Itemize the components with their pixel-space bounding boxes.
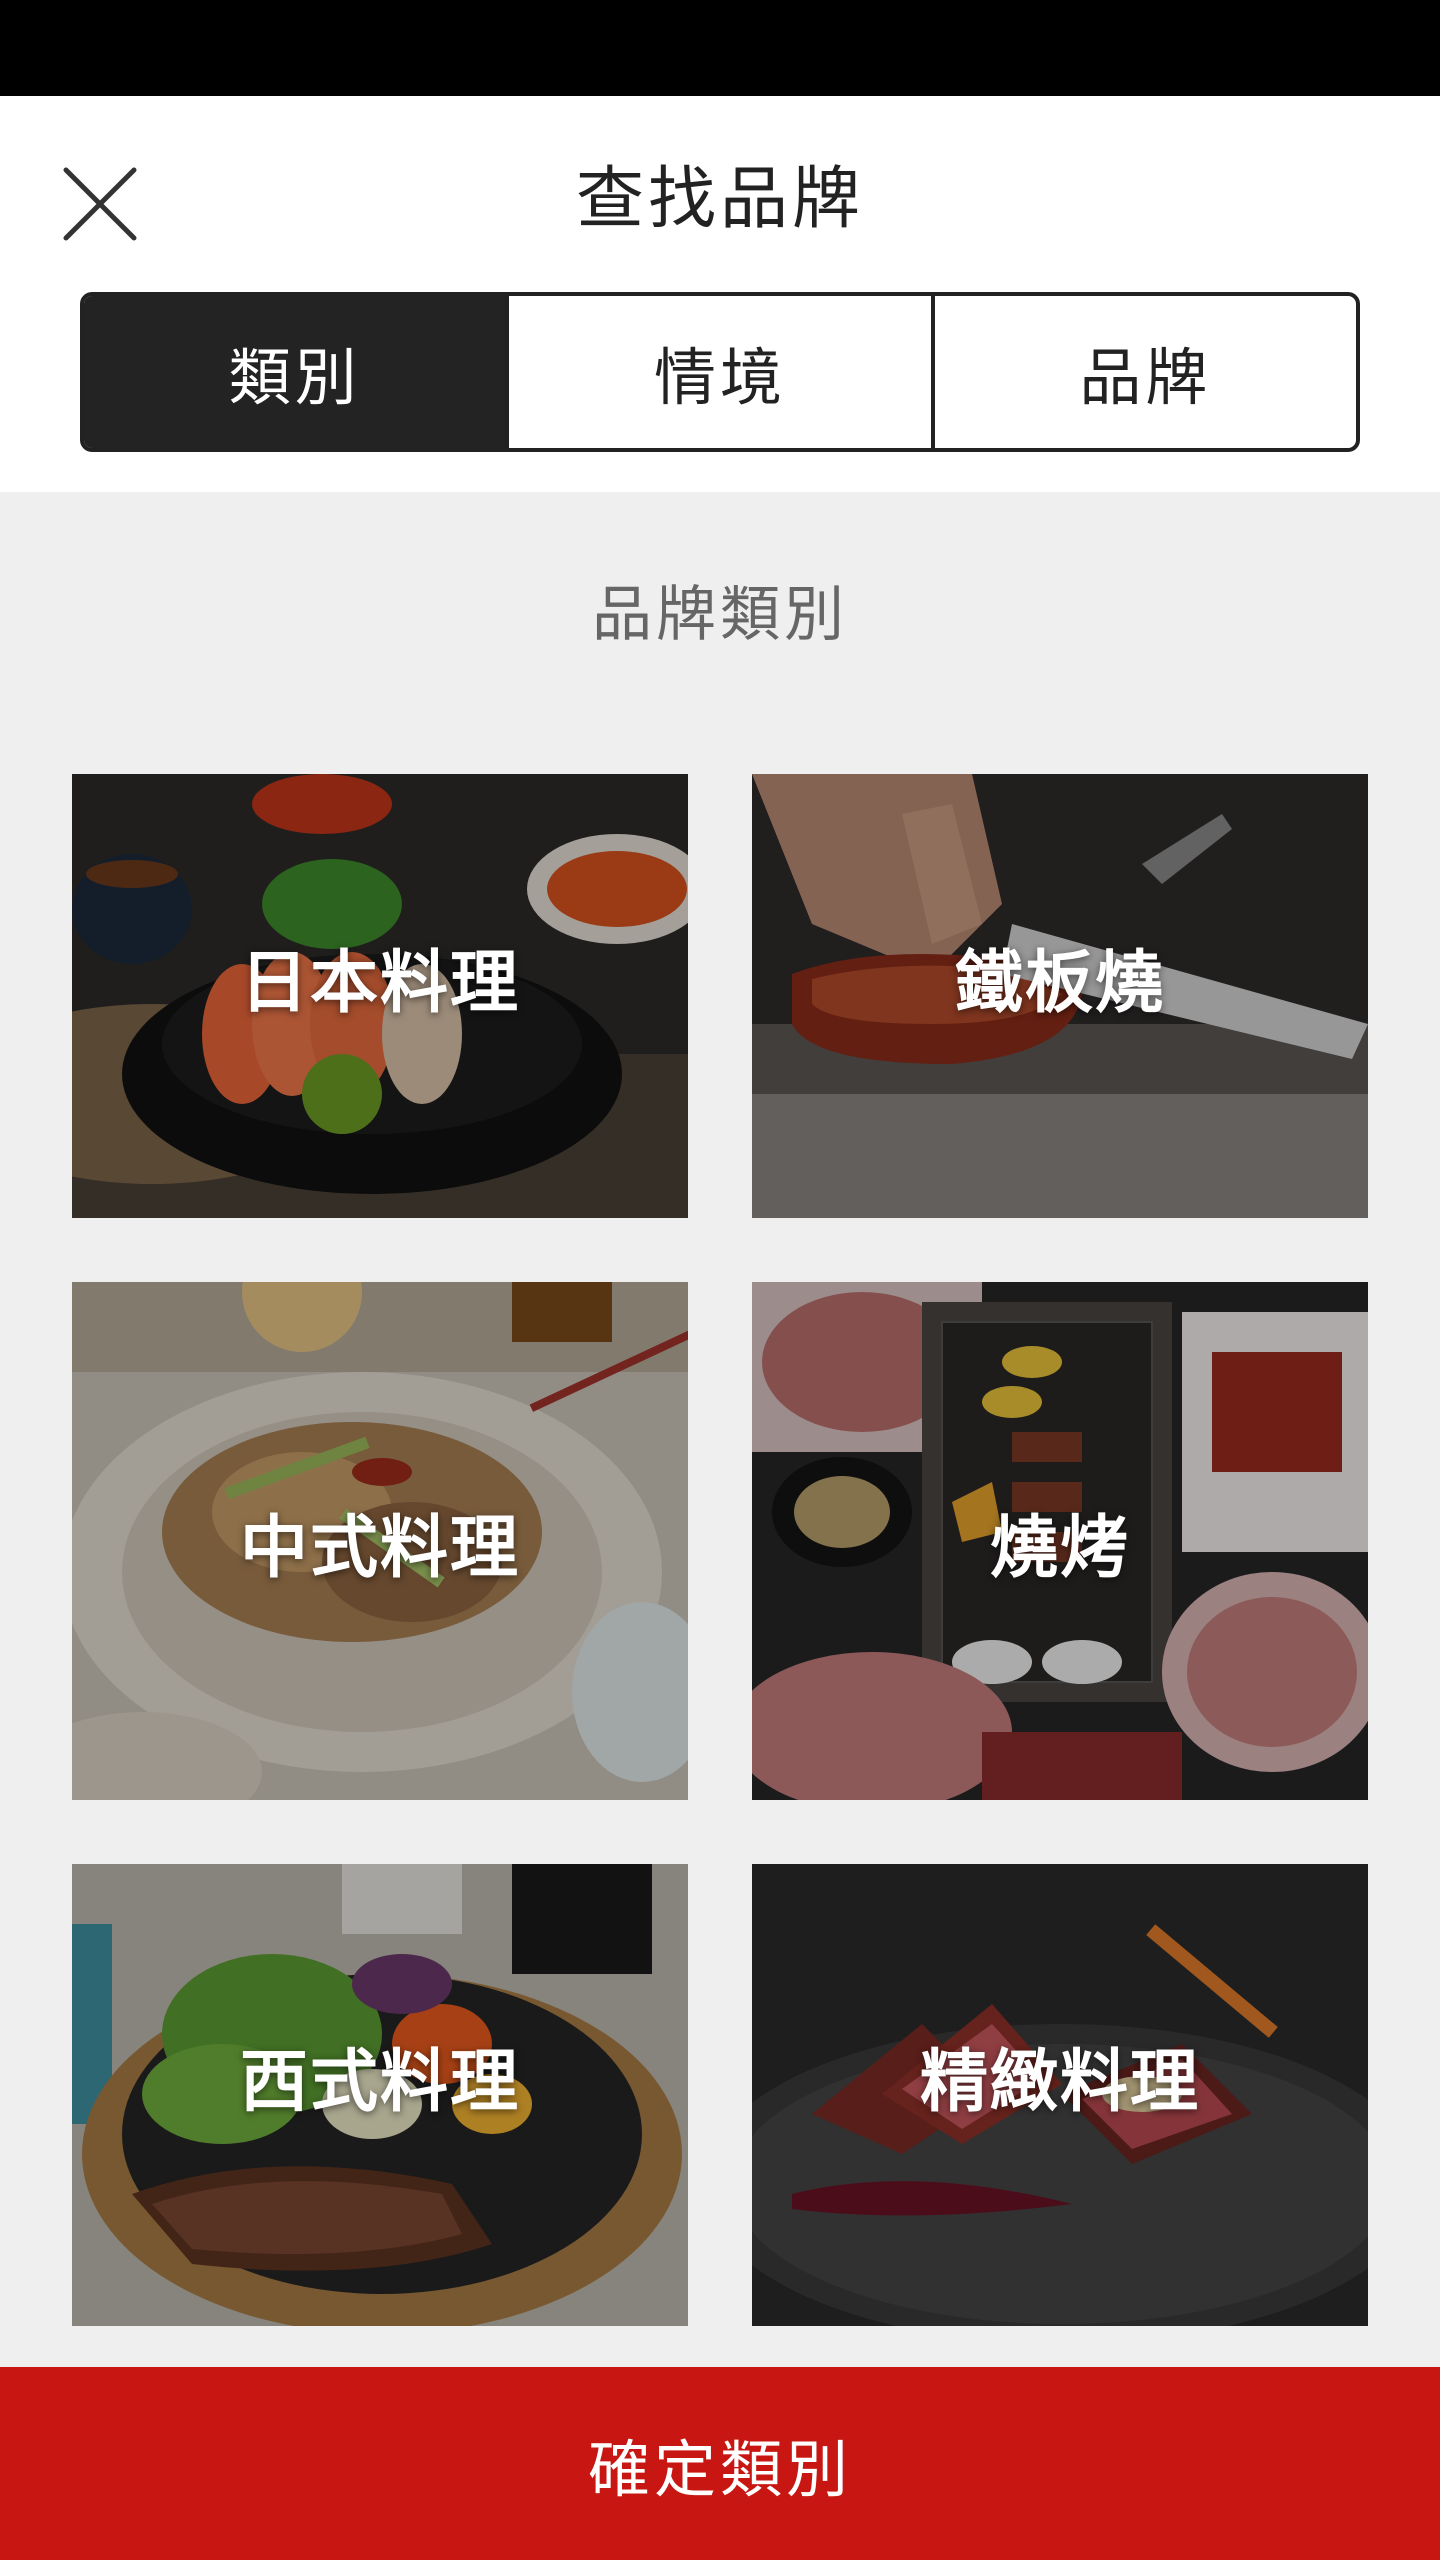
category-label: 西式料理 bbox=[239, 2042, 520, 2122]
status-bar bbox=[0, 0, 1440, 96]
section-title: 品牌類別 bbox=[592, 580, 848, 650]
category-card-chinese[interactable]: 中式料理 bbox=[72, 1282, 688, 1800]
header: 查找品牌 類別 情境 品牌 bbox=[0, 96, 1440, 492]
tab-bar: 類別 情境 品牌 bbox=[80, 292, 1360, 452]
category-card-teppanyaki[interactable]: 鐵板燒 bbox=[752, 774, 1368, 1218]
category-label: 燒烤 bbox=[989, 1508, 1130, 1588]
category-label: 日本料理 bbox=[239, 943, 520, 1023]
tab-scenario[interactable]: 情境 bbox=[505, 296, 930, 448]
category-label: 精緻料理 bbox=[919, 2042, 1200, 2122]
tab-category[interactable]: 類別 bbox=[84, 296, 506, 448]
category-card-fine-dining[interactable]: 精緻料理 bbox=[752, 1864, 1368, 2326]
category-label: 中式料理 bbox=[239, 1508, 520, 1588]
tab-brand[interactable]: 品牌 bbox=[930, 296, 1356, 448]
category-card-western[interactable]: 西式料理 bbox=[72, 1864, 688, 2326]
category-label: 鐵板燒 bbox=[954, 943, 1165, 1023]
page-title: 查找品牌 bbox=[575, 160, 864, 239]
confirm-button[interactable]: 確定類別 bbox=[0, 2367, 1440, 2560]
category-card-bbq[interactable]: 燒烤 bbox=[752, 1282, 1368, 1800]
category-card-japanese[interactable]: 日本料理 bbox=[72, 774, 688, 1218]
